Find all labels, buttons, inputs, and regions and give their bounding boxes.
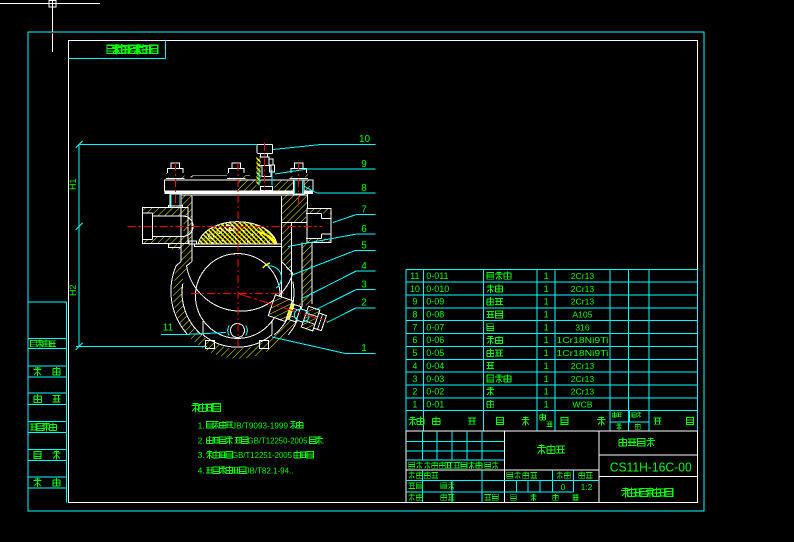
svg-text:9: 9 (412, 297, 417, 307)
svg-text:2Cr13: 2Cr13 (571, 361, 595, 371)
svg-text:9: 9 (361, 159, 367, 170)
svg-text:1: 1 (544, 310, 549, 320)
svg-text:A105: A105 (572, 310, 592, 320)
svg-text:1: 1 (544, 361, 549, 371)
svg-text:8: 8 (412, 310, 417, 320)
svg-text:GB/T12251-2005: GB/T12251-2005 (232, 450, 292, 460)
svg-text:2Cr13: 2Cr13 (571, 284, 595, 294)
svg-text:GB/T12250-2005: GB/T12250-2005 (248, 436, 308, 446)
svg-text:2Cr13: 2Cr13 (571, 387, 595, 397)
svg-text:0-04: 0-04 (426, 361, 444, 371)
svg-text:1: 1 (361, 343, 367, 354)
svg-text:6: 6 (412, 335, 417, 345)
svg-text:3.: 3. (198, 450, 205, 460)
svg-text:7: 7 (412, 322, 417, 332)
svg-text:5: 5 (361, 241, 367, 252)
svg-text:316: 316 (575, 322, 590, 332)
svg-text:2Cr13: 2Cr13 (571, 271, 595, 281)
svg-text:0: 0 (561, 482, 566, 492)
svg-text:6: 6 (361, 224, 367, 235)
svg-text:10: 10 (359, 134, 371, 145)
svg-text:1: 1 (544, 335, 549, 345)
svg-text:0-03: 0-03 (426, 374, 444, 384)
svg-text:11: 11 (163, 323, 174, 334)
svg-text:8: 8 (361, 183, 367, 194)
svg-text:1: 1 (544, 271, 549, 281)
svg-text:H2: H2 (68, 284, 78, 296)
svg-text:1Cr18Ni9Ti: 1Cr18Ni9Ti (556, 348, 608, 358)
svg-text:1: 1 (544, 374, 549, 384)
svg-text:2Cr13: 2Cr13 (571, 374, 595, 384)
svg-text:2Cr13: 2Cr13 (571, 297, 595, 307)
svg-text:1: 1 (544, 399, 549, 409)
svg-text:1: 1 (544, 322, 549, 332)
svg-text:3: 3 (412, 374, 417, 384)
svg-text:1: 1 (544, 387, 549, 397)
svg-text:H1: H1 (68, 178, 78, 190)
svg-text:0-05: 0-05 (426, 348, 444, 358)
svg-text:2: 2 (361, 298, 367, 309)
svg-text:JB/T82.1-94..: JB/T82.1-94.. (246, 466, 294, 476)
svg-text:3: 3 (361, 280, 367, 291)
svg-text:2.: 2. (198, 436, 205, 446)
svg-text:5: 5 (412, 348, 417, 358)
svg-text:1Cr18Ni9Ti: 1Cr18Ni9Ti (556, 335, 608, 345)
svg-text:1: 1 (412, 399, 417, 409)
svg-text:0-011: 0-011 (426, 271, 448, 281)
svg-text:4: 4 (361, 261, 367, 272)
svg-text:1: 1 (544, 297, 549, 307)
svg-text:10: 10 (410, 284, 420, 294)
svg-text:4.: 4. (198, 466, 205, 476)
svg-text:7: 7 (361, 205, 367, 216)
svg-text:0-010: 0-010 (426, 284, 449, 294)
svg-text:0-07: 0-07 (426, 322, 444, 332)
svg-text:1:2: 1:2 (581, 482, 593, 492)
svg-text:JB/T9093-1999: JB/T9093-1999 (232, 420, 288, 430)
svg-text:.: . (322, 436, 324, 446)
svg-text:1: 1 (544, 284, 549, 294)
svg-text:CS11H-16C-00: CS11H-16C-00 (610, 461, 692, 475)
svg-text:1: 1 (544, 348, 549, 358)
svg-text:4: 4 (412, 361, 417, 371)
svg-text:1.: 1. (198, 420, 205, 430)
svg-text:0-01: 0-01 (426, 399, 444, 409)
svg-text:0-06: 0-06 (426, 335, 444, 345)
svg-text:WCB: WCB (572, 399, 592, 409)
svg-text:.: . (302, 420, 304, 430)
svg-text:11: 11 (410, 271, 419, 281)
svg-text:0-02: 0-02 (426, 387, 444, 397)
svg-text:0-08: 0-08 (426, 310, 444, 320)
svg-text:0-09: 0-09 (426, 297, 444, 307)
svg-text:2: 2 (412, 387, 417, 397)
